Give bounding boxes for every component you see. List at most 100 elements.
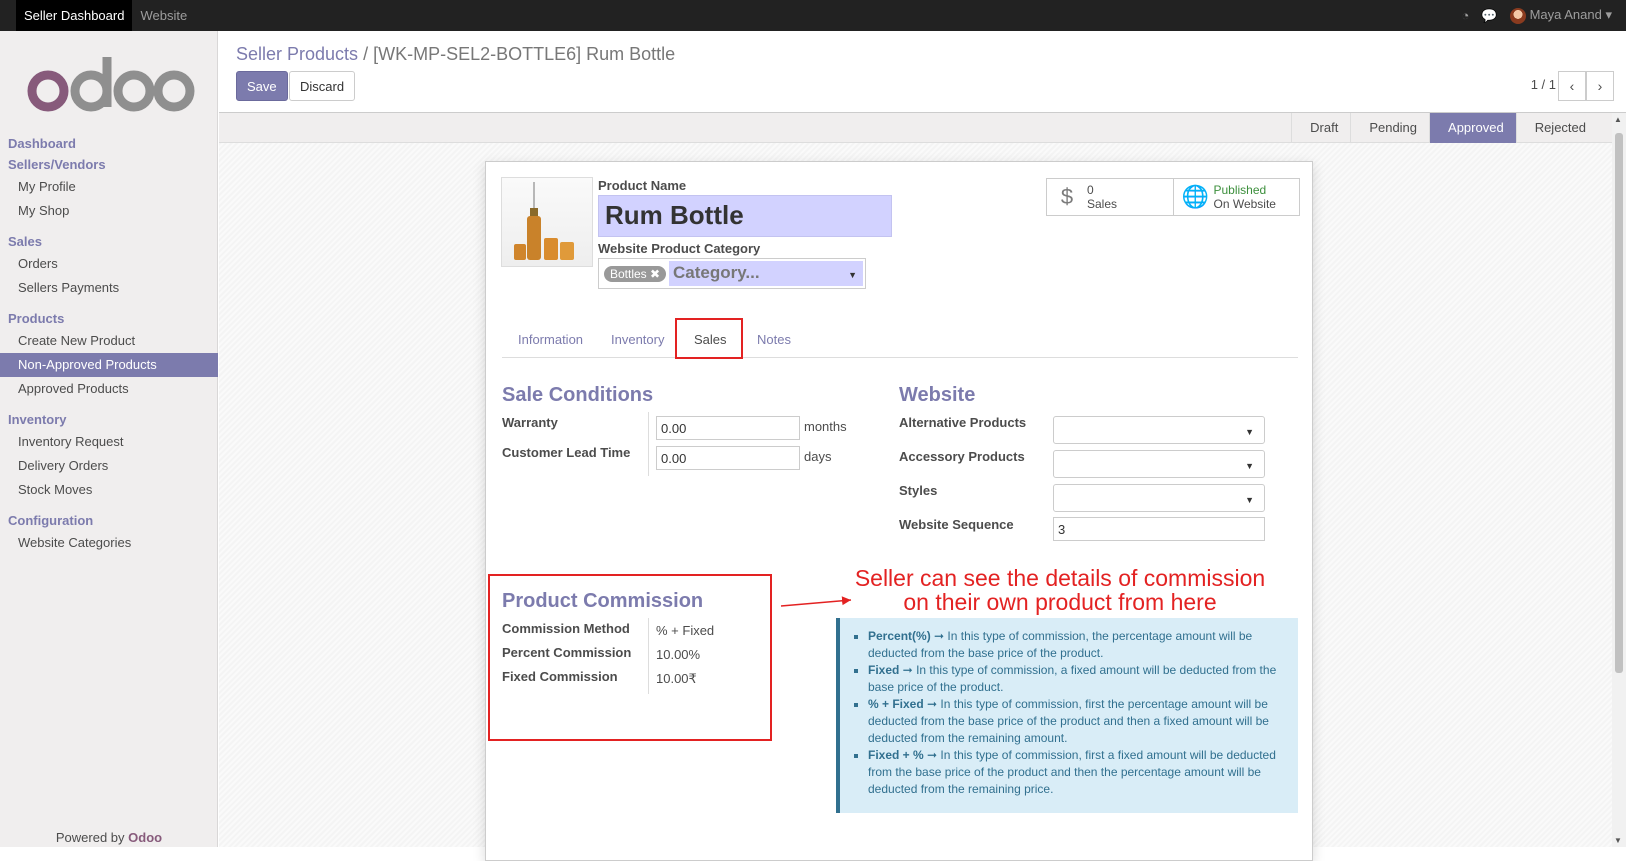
top-tab-website[interactable]: Website: [132, 0, 195, 31]
close-icon[interactable]: ✖: [650, 267, 660, 281]
breadcrumb-separator: /: [363, 44, 369, 64]
alternative-products-select[interactable]: ▼: [1053, 416, 1265, 444]
form-tabs: Information Inventory Sales Notes: [502, 324, 1298, 358]
powered-by-link[interactable]: Odoo: [128, 830, 162, 845]
info-text: ➞ In this type of commission, first a fi…: [868, 748, 1276, 796]
sidebar-header-dashboard[interactable]: Dashboard: [0, 133, 218, 154]
product-name-label: Product Name: [598, 178, 687, 193]
stage-rejected[interactable]: Rejected: [1515, 113, 1598, 143]
website-sequence-input[interactable]: 3: [1053, 517, 1265, 541]
scroll-up-icon[interactable]: ▲: [1614, 115, 1622, 124]
scroll-down-icon[interactable]: ▼: [1614, 836, 1622, 845]
sidebar-header-configuration[interactable]: Configuration: [0, 510, 218, 531]
chevron-right-icon: ›: [1597, 78, 1603, 94]
annotation-line-1: Seller can see the details of commission: [854, 565, 1266, 591]
tab-inventory[interactable]: Inventory: [611, 332, 664, 347]
sidebar-item-orders[interactable]: Orders: [0, 252, 218, 276]
info-text: ➞ In this type of commission, a fixed am…: [868, 663, 1277, 694]
activity-icon[interactable]: ◔: [1462, 8, 1470, 23]
warranty-label: Warranty: [502, 415, 558, 430]
user-menu[interactable]: Maya Anand ▾: [1509, 7, 1612, 24]
stage-approved[interactable]: Approved: [1429, 113, 1516, 143]
lead-time-input[interactable]: 0.00: [656, 446, 800, 470]
status-stages: Draft Pending Approved Rejected: [1291, 113, 1598, 143]
sales-label: Sales: [1087, 197, 1118, 211]
sidebar-item-approved-products[interactable]: Approved Products: [0, 377, 218, 401]
form-sheet: Product Name Rum Bottle Website Product …: [485, 161, 1313, 861]
list-item: Fixed + % ➞ In this type of commission, …: [868, 747, 1282, 798]
sidebar-menu: Dashboard Sellers/Vendors My Profile My …: [0, 133, 218, 555]
scrollbar[interactable]: ▲ ▼: [1612, 113, 1626, 847]
control-panel: Seller Products / [WK-MP-SEL2-BOTTLE6] R…: [219, 31, 1626, 113]
chevron-down-icon: ▼: [1245, 495, 1254, 505]
info-text: ➞ In this type of commission, first the …: [868, 697, 1269, 745]
accessory-products-label: Accessory Products: [899, 449, 1025, 464]
sidebar-item-create-new-product[interactable]: Create New Product: [0, 329, 218, 353]
info-term: Fixed: [868, 663, 900, 677]
pager-next-button[interactable]: ›: [1586, 71, 1614, 101]
category-tag[interactable]: Bottles ✖: [604, 266, 667, 282]
save-button[interactable]: Save: [236, 71, 288, 101]
chevron-down-icon: ▾: [1605, 7, 1612, 23]
main-content: Seller Products / [WK-MP-SEL2-BOTTLE6] R…: [219, 31, 1626, 861]
status-bar: Draft Pending Approved Rejected: [219, 113, 1612, 143]
info-term: % + Fixed: [868, 697, 924, 711]
scrollbar-thumb[interactable]: [1615, 133, 1623, 673]
sidebar-header-products[interactable]: Products: [0, 308, 218, 329]
info-term: Percent(%): [868, 629, 931, 643]
odoo-logo: [27, 57, 195, 112]
tab-information[interactable]: Information: [518, 332, 583, 347]
sidebar-item-website-categories[interactable]: Website Categories: [0, 531, 218, 555]
list-item: Fixed ➞ In this type of commission, a fi…: [868, 662, 1282, 696]
sidebar-item-stock-moves[interactable]: Stock Moves: [0, 478, 218, 502]
product-image[interactable]: [501, 177, 593, 267]
accessory-products-select[interactable]: ▼: [1053, 450, 1265, 478]
category-input[interactable]: Category...: [669, 261, 863, 286]
product-name-input[interactable]: Rum Bottle: [598, 195, 892, 237]
sidebar-item-sellers-payments[interactable]: Sellers Payments: [0, 276, 218, 300]
breadcrumb-parent[interactable]: Seller Products: [236, 44, 358, 64]
powered-by-text: Powered by: [55, 830, 125, 845]
chevron-down-icon[interactable]: ▼: [848, 270, 857, 280]
stage-pending[interactable]: Pending: [1350, 113, 1429, 143]
sidebar-item-delivery-orders[interactable]: Delivery Orders: [0, 454, 218, 478]
alternative-products-label: Alternative Products: [899, 415, 1027, 430]
lead-time-unit: days: [804, 449, 832, 464]
field-separator: [648, 412, 649, 476]
sidebar-item-my-profile[interactable]: My Profile: [0, 175, 218, 199]
top-tab-seller-dashboard[interactable]: Seller Dashboard: [16, 0, 133, 31]
sidebar-header-inventory[interactable]: Inventory: [0, 409, 218, 430]
chevron-left-icon: ‹: [1569, 78, 1575, 94]
warranty-unit: months: [804, 419, 847, 434]
styles-label: Styles: [899, 483, 938, 498]
annotation-line-2: on their own product from here: [903, 589, 1217, 615]
breadcrumb-current: [WK-MP-SEL2-BOTTLE6] Rum Bottle: [373, 44, 676, 64]
warranty-input[interactable]: 0.00: [656, 416, 800, 440]
sales-icon: $: [1060, 184, 1074, 209]
discard-button[interactable]: Discard: [289, 71, 356, 101]
styles-select[interactable]: ▼: [1053, 484, 1265, 512]
user-name: Maya Anand: [1529, 7, 1602, 23]
pager-previous-button[interactable]: ‹: [1558, 71, 1586, 101]
published-smart-button[interactable]: 🌐 Published On Website: [1172, 179, 1300, 215]
list-item: % + Fixed ➞ In this type of commission, …: [868, 696, 1282, 747]
chevron-down-icon: ▼: [1245, 461, 1254, 471]
sidebar-header-sellers[interactable]: Sellers/Vendors: [0, 154, 218, 175]
sidebar-item-inventory-request[interactable]: Inventory Request: [0, 430, 218, 454]
sidebar-item-non-approved-products[interactable]: Non-Approved Products: [0, 353, 218, 377]
sales-smart-button[interactable]: $ 0 Sales: [1047, 179, 1173, 215]
sidebar: Dashboard Sellers/Vendors My Profile My …: [0, 31, 218, 847]
annotation-text: Seller can see the details of commission…: [850, 566, 1270, 614]
avatar: [1509, 7, 1526, 24]
tab-notes[interactable]: Notes: [757, 332, 791, 347]
chevron-down-icon: ▼: [1245, 427, 1254, 437]
stage-draft[interactable]: Draft: [1291, 113, 1350, 143]
commission-info-list: Percent(%) ➞ In this type of commission,…: [840, 618, 1298, 798]
chat-icon[interactable]: 💬: [1481, 8, 1497, 24]
sidebar-item-my-shop[interactable]: My Shop: [0, 199, 218, 223]
bottle-image-icon: [514, 182, 574, 260]
category-field[interactable]: Bottles ✖ Category... ▼: [598, 258, 866, 289]
lead-time-label: Customer Lead Time: [502, 445, 631, 460]
sidebar-header-sales[interactable]: Sales: [0, 231, 218, 252]
list-item: Percent(%) ➞ In this type of commission,…: [868, 628, 1282, 662]
